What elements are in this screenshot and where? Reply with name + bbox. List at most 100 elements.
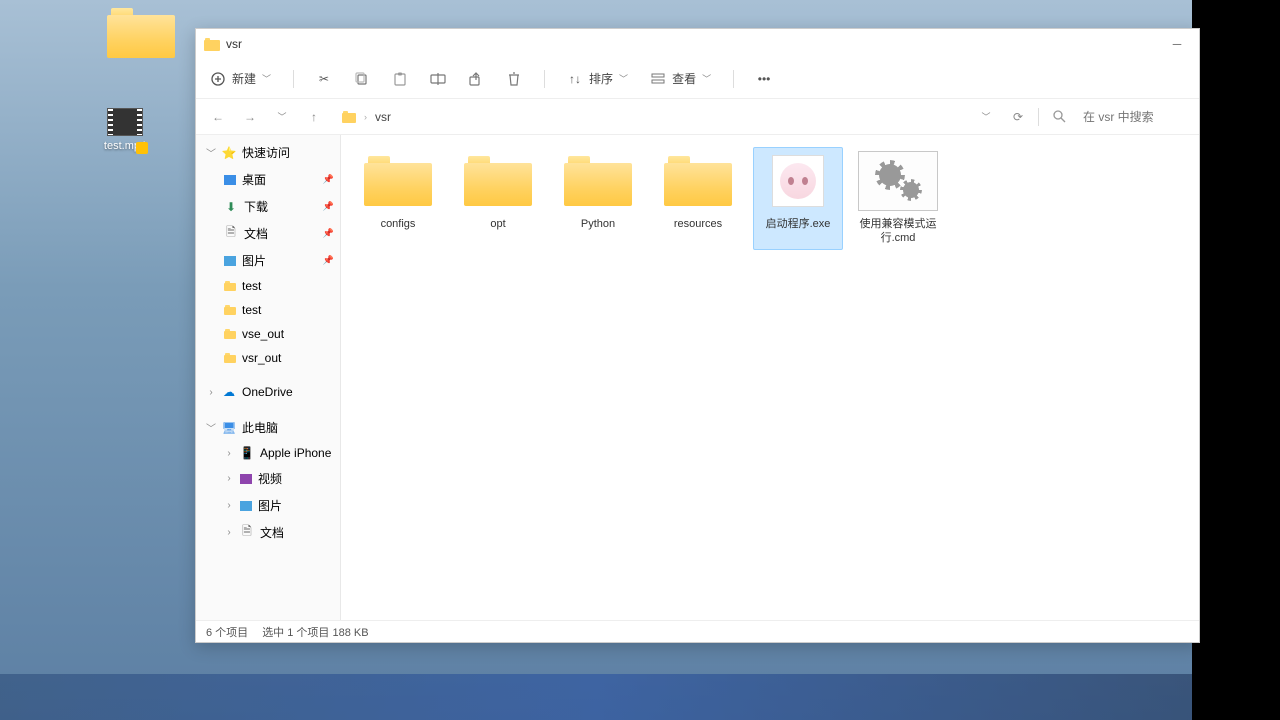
refresh-button[interactable]: ⟳ [1006, 105, 1030, 129]
folder-icon [107, 8, 143, 36]
sidebar-pictures2[interactable]: ›图片 [196, 492, 340, 519]
sort-button[interactable]: ↑↓ 排序 ﹀ [567, 70, 628, 87]
address-bar[interactable]: › vsr [334, 110, 966, 124]
sidebar-label: test [242, 303, 261, 317]
rename-button[interactable] [430, 71, 446, 87]
phone-icon: 📱 [240, 446, 254, 460]
separator [293, 70, 294, 88]
file-label: opt [457, 217, 539, 231]
document-icon: 🗎 [224, 227, 238, 241]
download-icon: ⬇ [224, 200, 238, 214]
sidebar-thispc[interactable]: ﹀🖥此电脑 [196, 414, 340, 441]
blank-right-margin [1192, 0, 1280, 720]
desktop-icon [224, 175, 236, 185]
sidebar-quick-access[interactable]: ﹀⭐快速访问 [196, 139, 340, 166]
pictures-icon [240, 501, 252, 511]
status-bar: 6 个项目 选中 1 个项目 188 KB [196, 620, 1199, 642]
sidebar-folder-test2[interactable]: test [196, 298, 340, 322]
addr-dropdown[interactable]: ﹀ [974, 105, 998, 129]
video-icon [107, 108, 143, 136]
forward-button[interactable]: → [238, 105, 262, 129]
sidebar-label: 快速访问 [242, 144, 290, 161]
sidebar-label: 图片 [258, 497, 282, 514]
sidebar-label: Apple iPhone [260, 446, 331, 460]
sort-label: 排序 [589, 70, 613, 87]
sidebar-pictures[interactable]: 图片📌 [196, 247, 340, 274]
folder-resources[interactable]: resources [653, 147, 743, 250]
share-icon [468, 71, 484, 87]
desktop-folder-vsr[interactable]: vsr [90, 8, 160, 52]
folder-icon [464, 156, 532, 206]
share-button[interactable] [468, 71, 484, 87]
sidebar-downloads[interactable]: ⬇下载📌 [196, 193, 340, 220]
sidebar-label: test [242, 279, 261, 293]
exe-icon [772, 155, 824, 207]
sidebar-label: 文档 [260, 524, 284, 541]
new-label: 新建 [232, 70, 256, 87]
pin-icon: 📌 [323, 228, 334, 239]
titlebar[interactable]: vsr ─ [196, 29, 1199, 59]
sidebar-label: 视频 [258, 470, 282, 487]
sort-icon: ↑↓ [567, 71, 583, 87]
status-selection: 选中 1 个项目 188 KB [262, 624, 368, 640]
more-button[interactable]: ••• [756, 71, 772, 87]
sidebar-video[interactable]: ›视频 [196, 465, 340, 492]
view-button[interactable]: 查看 ﹀ [650, 70, 711, 87]
file-pane[interactable]: configs opt Python resources 启动程序.exe 使用… [341, 135, 1199, 620]
sidebar-documents[interactable]: 🗎文档📌 [196, 220, 340, 247]
separator [544, 70, 545, 88]
sidebar-documents2[interactable]: ›🗎文档 [196, 519, 340, 546]
search-icon [1047, 105, 1071, 129]
file-label: resources [657, 217, 739, 231]
search-input[interactable] [1079, 110, 1189, 124]
paste-button[interactable] [392, 71, 408, 87]
sidebar-folder-vseout[interactable]: vse_out [196, 322, 340, 346]
new-icon [210, 71, 226, 87]
file-launcher-exe[interactable]: 启动程序.exe [753, 147, 843, 250]
breadcrumb[interactable]: vsr [375, 110, 391, 124]
pictures-icon [224, 256, 236, 266]
sidebar-label: 下载 [244, 198, 268, 215]
folder-icon [224, 329, 236, 339]
sidebar-folder-vsrout[interactable]: vsr_out [196, 346, 340, 370]
sidebar[interactable]: ﹀⭐快速访问 桌面📌 ⬇ 下载 📌 🗎文档📌 图片📌 test test vse_o… [196, 135, 341, 620]
sidebar-iphone[interactable]: ›📱Apple iPhone [196, 441, 340, 465]
rename-icon [430, 71, 446, 87]
copy-button[interactable] [354, 71, 370, 87]
folder-icon [664, 156, 732, 206]
document-icon: 🗎 [240, 526, 254, 540]
chevron-down-icon: ﹀ [702, 72, 711, 85]
back-button[interactable]: ← [206, 105, 230, 129]
chevron-down-icon: ﹀ [262, 72, 271, 85]
sidebar-desktop[interactable]: 桌面📌 [196, 166, 340, 193]
sidebar-label: vsr_out [242, 351, 281, 365]
delete-button[interactable] [506, 71, 522, 87]
copy-icon [354, 71, 370, 87]
up-button[interactable]: ↑ [302, 105, 326, 129]
ellipsis-icon: ••• [756, 71, 772, 87]
sidebar-folder-test1[interactable]: test [196, 274, 340, 298]
sidebar-label: vse_out [242, 327, 284, 341]
folder-icon [224, 305, 236, 315]
separator [733, 70, 734, 88]
explorer-window: vsr ─ 新建 ﹀ ✂ ↑↓ 排序 ﹀ 查看 ﹀ ••• ← [195, 28, 1200, 643]
sidebar-onedrive[interactable]: ›☁OneDrive [196, 380, 340, 404]
view-label: 查看 [672, 70, 696, 87]
toolbar: 新建 ﹀ ✂ ↑↓ 排序 ﹀ 查看 ﹀ ••• [196, 59, 1199, 99]
folder-icon [204, 38, 220, 51]
pc-icon: 🖥 [222, 421, 236, 435]
cmd-icon [858, 151, 938, 211]
desktop-video-test[interactable]: test.mp4 [90, 108, 160, 152]
file-compat-cmd[interactable]: 使用兼容模式运行.cmd [853, 147, 943, 250]
minimize-button[interactable]: ─ [1167, 37, 1187, 51]
folder-opt[interactable]: opt [453, 147, 543, 250]
sidebar-label: 桌面 [242, 171, 266, 188]
folder-configs[interactable]: configs [353, 147, 443, 250]
recent-dropdown[interactable]: ﹀ [270, 105, 294, 129]
new-button[interactable]: 新建 ﹀ [210, 70, 271, 87]
taskbar[interactable] [0, 674, 1192, 720]
sidebar-label: OneDrive [242, 385, 293, 399]
cut-button[interactable]: ✂ [316, 71, 332, 87]
folder-python[interactable]: Python [553, 147, 643, 250]
view-icon [650, 71, 666, 87]
